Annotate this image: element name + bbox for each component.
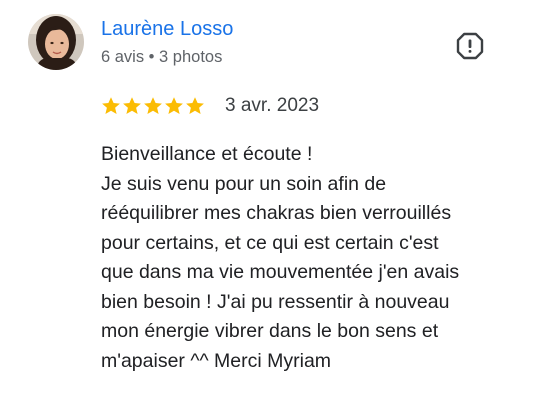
report-button[interactable] xyxy=(455,31,485,61)
review-text-line: Je suis venu pour un soin afin de xyxy=(101,172,387,195)
review-text-line: que dans ma vie mouvementée j'en avais xyxy=(101,261,460,283)
review-text-line: mon énergie vibrer dans le bon sens et xyxy=(101,320,439,342)
star-rating xyxy=(101,96,205,116)
author-avatar[interactable] xyxy=(28,14,84,70)
author-meta: 6 avis • 3 photos xyxy=(101,48,223,66)
review-date: 3 avr. 2023 xyxy=(225,95,320,116)
review-text-line: Bienveillance et écoute ! xyxy=(101,143,313,165)
star-icon xyxy=(185,96,205,116)
star-icon xyxy=(143,96,163,116)
review-text: Bienveillance et écoute ! Je suis venu po… xyxy=(101,140,526,376)
star-icon xyxy=(122,96,142,116)
review-text-line: pour certains, et ce qui est certain c'e… xyxy=(101,231,439,254)
rating-row: 3 avr. 2023 xyxy=(101,94,319,118)
star-icon xyxy=(164,96,184,116)
review-text-line: bien besoin ! J'ai pu ressentir à nouvea… xyxy=(101,290,450,313)
review-text-line: m'apaiser ^^ Merci Myriam xyxy=(101,349,332,372)
author-name[interactable]: Laurène Losso xyxy=(101,17,233,41)
star-icon xyxy=(101,96,121,116)
review-card: Laurène Losso 6 avis • 3 photos 3 avr. 2… xyxy=(0,0,535,396)
avatar-photo-icon xyxy=(28,14,84,70)
review-text-line: rééquilibrer mes chakras bien verrouillé… xyxy=(101,202,452,224)
report-flag-icon xyxy=(456,32,484,60)
